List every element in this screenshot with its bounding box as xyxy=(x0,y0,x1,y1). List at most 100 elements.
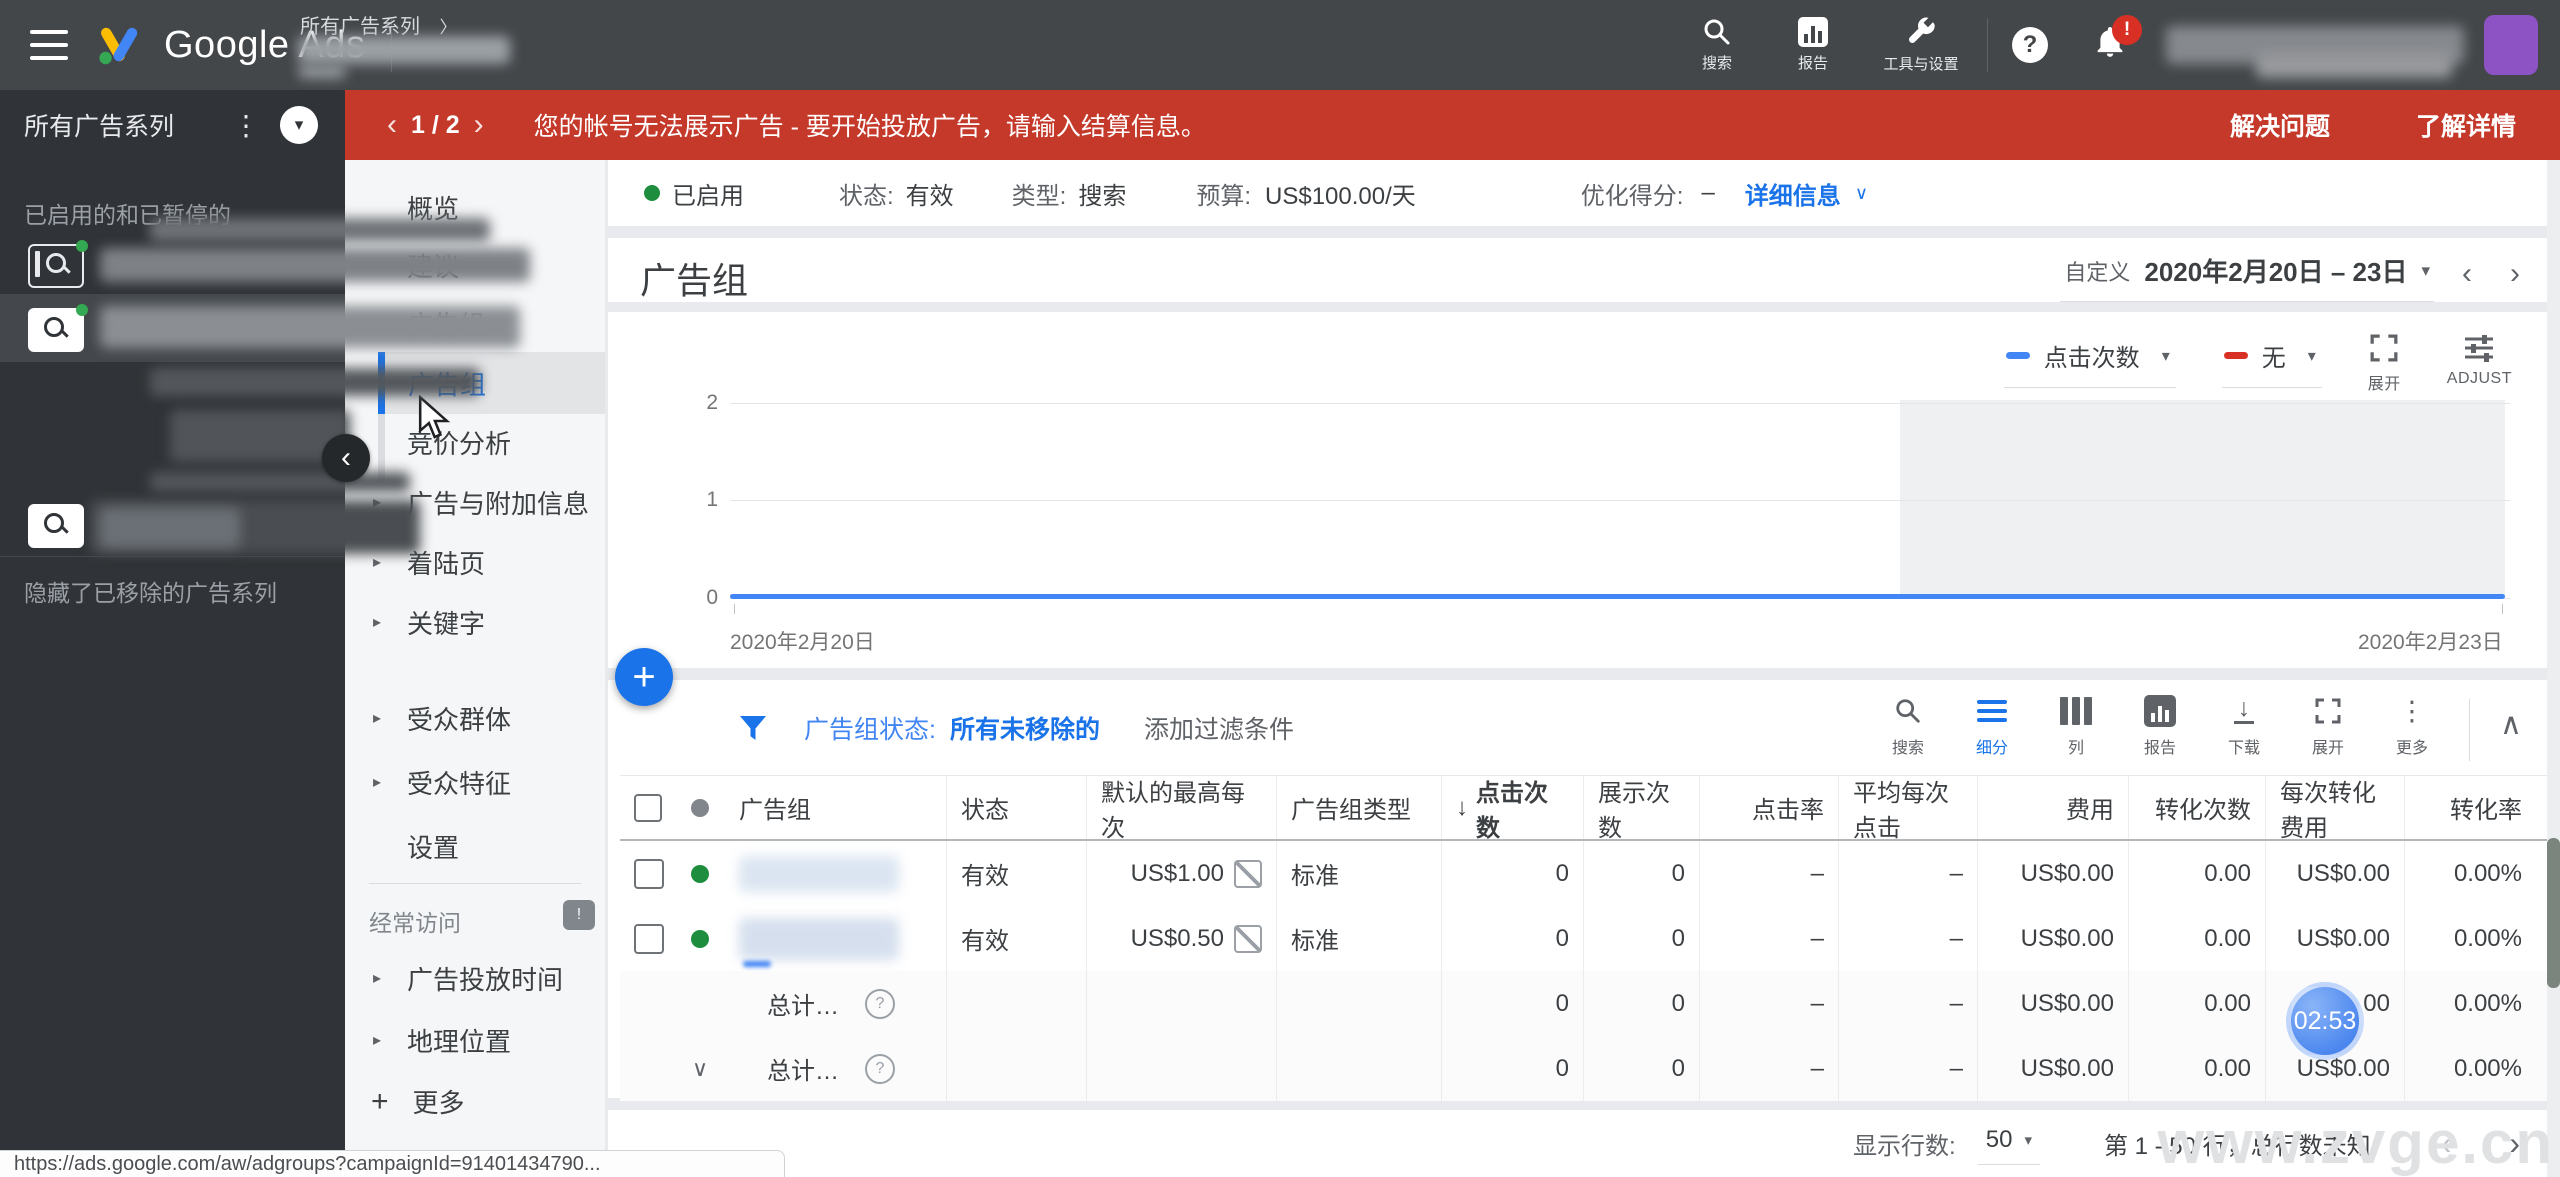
search-campaign-icon xyxy=(28,244,84,288)
table-download-button[interactable]: ↓ 下载 xyxy=(2207,695,2281,758)
fix-issue-link[interactable]: 解决问题 xyxy=(2230,107,2330,143)
avatar[interactable] xyxy=(2484,15,2538,75)
rows-per-page-select[interactable]: 50 ▾ xyxy=(1977,1122,2040,1165)
table-search-button[interactable]: 搜索 xyxy=(1871,695,1945,758)
menu-divider xyxy=(369,883,581,884)
row-checkbox[interactable] xyxy=(634,858,664,889)
table-more-button[interactable]: ⋮ 更多 xyxy=(2375,695,2449,758)
redacted-text xyxy=(150,368,480,396)
primary-metric-selector[interactable]: 点击次数 ▾ xyxy=(2003,334,2176,388)
row-checkbox[interactable] xyxy=(634,923,664,954)
table-filter-bar: 广告组状态: 所有未移除的 添加过滤条件 搜索 细分 列 报告 ↓ 下载 展开 … xyxy=(608,680,2560,775)
menu-item-ad-schedule[interactable]: ▸ 广告投放时间 xyxy=(345,956,605,1000)
gridline-2 xyxy=(730,403,2510,404)
col-header-conversions[interactable]: 转化次数 xyxy=(2128,776,2265,839)
date-next-icon[interactable]: › xyxy=(2500,257,2530,291)
notifications-button[interactable]: ! xyxy=(2094,14,2142,64)
details-caret-icon[interactable]: ∨ xyxy=(1855,183,1868,204)
page-title-bar: 广告组 自定义 2020年2月20日 – 23日 ▾ ‹ › xyxy=(608,238,2560,302)
chart-shaded-region xyxy=(1900,400,2505,598)
col-header-ctr[interactable]: 点击率 xyxy=(1699,776,1838,839)
report-icon xyxy=(2144,694,2177,727)
billing-alert-bar: 所有广告系列 ⋮ ▾ ‹ 1 / 2 › 您的帐号无法展示广告 - 要开始投放广… xyxy=(0,90,2560,160)
help-button[interactable]: ? xyxy=(2012,27,2048,63)
breadcrumb[interactable]: 所有广告系列 〉 xyxy=(300,10,457,39)
menu-item-keywords[interactable]: ▸ 关键字 xyxy=(345,600,605,644)
col-header-cost-per-conv[interactable]: 每次转化费用 xyxy=(2265,776,2404,842)
secondary-metric-selector[interactable]: 无 ▾ xyxy=(2221,334,2322,388)
totals-row-all: ∨ 总计…? 0 0 – – US$0.00 0.00 US$0.00 0.00… xyxy=(620,1036,2552,1102)
help-icon[interactable]: ? xyxy=(865,1053,895,1084)
menu-item-settings[interactable]: 设置 xyxy=(345,824,605,868)
bid-edit-icon[interactable] xyxy=(1234,924,1262,953)
alert-prev-icon[interactable]: ‹ xyxy=(373,108,411,142)
col-header-conv-rate[interactable]: 转化率 xyxy=(2404,776,2536,839)
filter-value[interactable]: 所有未移除的 xyxy=(950,710,1100,746)
table-row[interactable]: 有效 US$1.00 标准 0 0 – – US$0.00 0.00 US$0.… xyxy=(620,841,2552,907)
alert-next-icon[interactable]: › xyxy=(460,108,498,142)
help-icon[interactable]: ? xyxy=(865,988,895,1019)
filter-label[interactable]: 广告组状态: xyxy=(804,710,936,746)
col-header-status[interactable]: 状态 xyxy=(946,776,1086,839)
tri-collapsed-icon: ▸ xyxy=(373,970,382,987)
status-value: 有效 xyxy=(905,182,954,210)
table-report-button[interactable]: 报告 xyxy=(2123,694,2197,758)
menu-item-audiences[interactable]: ▸ 受众群体 xyxy=(345,696,605,740)
table-segment-button[interactable]: 细分 xyxy=(1955,695,2029,758)
date-prev-icon[interactable]: ‹ xyxy=(2452,257,2482,291)
table-expand-button[interactable]: 展开 xyxy=(2291,695,2365,758)
select-all-checkbox[interactable] xyxy=(634,793,662,822)
cursor-icon xyxy=(418,395,451,439)
learn-more-link[interactable]: 了解详情 xyxy=(2416,107,2516,143)
col-header-clicks[interactable]: ↓ 点击次数 xyxy=(1441,776,1583,842)
totals-row-filtered: 总计…? 0 0 – – US$0.00 0.00 US$0.00 0.00% xyxy=(620,971,2552,1037)
hamburger-menu-icon[interactable] xyxy=(30,30,68,60)
chart-adjust-button[interactable]: ADJUST xyxy=(2447,334,2512,388)
totals-expand-icon[interactable]: ∨ xyxy=(692,1056,708,1082)
status-url-tooltip: https://ads.google.com/aw/adgroups?campa… xyxy=(0,1150,785,1177)
topbar-tools-button[interactable]: 工具与设置 xyxy=(1861,16,1981,74)
hidden-campaigns-note: 隐藏了已移除的广告系列 xyxy=(24,580,277,606)
chevron-left-icon: ‹ xyxy=(341,441,351,474)
status-enabled-dot xyxy=(691,864,709,883)
search-campaign-icon xyxy=(28,504,84,548)
date-range-button[interactable]: 自定义 2020年2月20日 – 23日 ▾ xyxy=(2060,246,2434,302)
table-columns-button[interactable]: 列 xyxy=(2039,695,2113,758)
adjust-sliders-icon xyxy=(2465,335,2494,362)
bid-edit-icon[interactable] xyxy=(1234,859,1262,888)
redacted-ad-group-name xyxy=(739,855,899,892)
table-collapse-icon[interactable]: ∧ xyxy=(2500,707,2522,742)
window-scrollbar[interactable] xyxy=(2547,160,2560,1177)
filter-funnel-icon[interactable] xyxy=(738,714,768,742)
col-header-type[interactable]: 广告组类型 xyxy=(1276,776,1441,839)
x-label-last: 2020年2月23日 xyxy=(2358,631,2503,654)
sidebar-collapse-button[interactable]: ‹ xyxy=(322,434,370,482)
details-link[interactable]: 详细信息 xyxy=(1745,176,1841,211)
add-filter-button[interactable]: 添加过滤条件 xyxy=(1144,710,1294,746)
chart-expand-button[interactable]: 展开 xyxy=(2368,334,2401,394)
menu-item-auction-insights[interactable]: 竞价分析 xyxy=(345,420,605,464)
caret-down-icon: ▾ xyxy=(2161,347,2170,365)
topbar-reports-button[interactable]: 报告 xyxy=(1765,17,1861,73)
menu-item-more[interactable]: + 更多 xyxy=(371,1083,465,1120)
campaign-item-selected[interactable] xyxy=(0,294,520,362)
topbar-actions: 搜索 报告 工具与设置 ? ! xyxy=(1669,0,2560,90)
col-header-ad-group[interactable]: 广告组 xyxy=(725,776,946,839)
caret-down-icon: ▾ xyxy=(2307,347,2316,365)
col-header-impressions[interactable]: 展示次数 xyxy=(1583,776,1699,842)
context-more-icon[interactable]: ⋮ xyxy=(232,109,260,142)
menu-item-demographics[interactable]: ▸ 受众特征 xyxy=(345,760,605,804)
context-expand-button[interactable]: ▾ xyxy=(280,106,319,144)
date-range-text: 2020年2月20日 – 23日 xyxy=(2144,257,2408,287)
col-header-cost[interactable]: 费用 xyxy=(1977,776,2128,839)
redacted-campaign-name xyxy=(100,248,530,282)
date-range-picker: 自定义 2020年2月20日 – 23日 ▾ ‹ › xyxy=(2060,246,2530,302)
topbar-search-button[interactable]: 搜索 xyxy=(1669,17,1765,73)
col-header-avg-cpc[interactable]: 平均每次点击 xyxy=(1838,776,1977,842)
more-vert-icon: ⋮ xyxy=(2398,695,2426,726)
table-row[interactable]: 有效 US$0.50 标准 0 0 – – US$0.00 0.00 US$0.… xyxy=(620,906,2552,972)
col-header-max-cpc[interactable]: 默认的最高每次 xyxy=(1086,776,1276,842)
menu-item-locations[interactable]: ▸ 地理位置 xyxy=(345,1018,605,1062)
add-ad-group-fab[interactable]: + xyxy=(615,648,673,706)
scrollbar-thumb[interactable] xyxy=(2547,838,2560,988)
